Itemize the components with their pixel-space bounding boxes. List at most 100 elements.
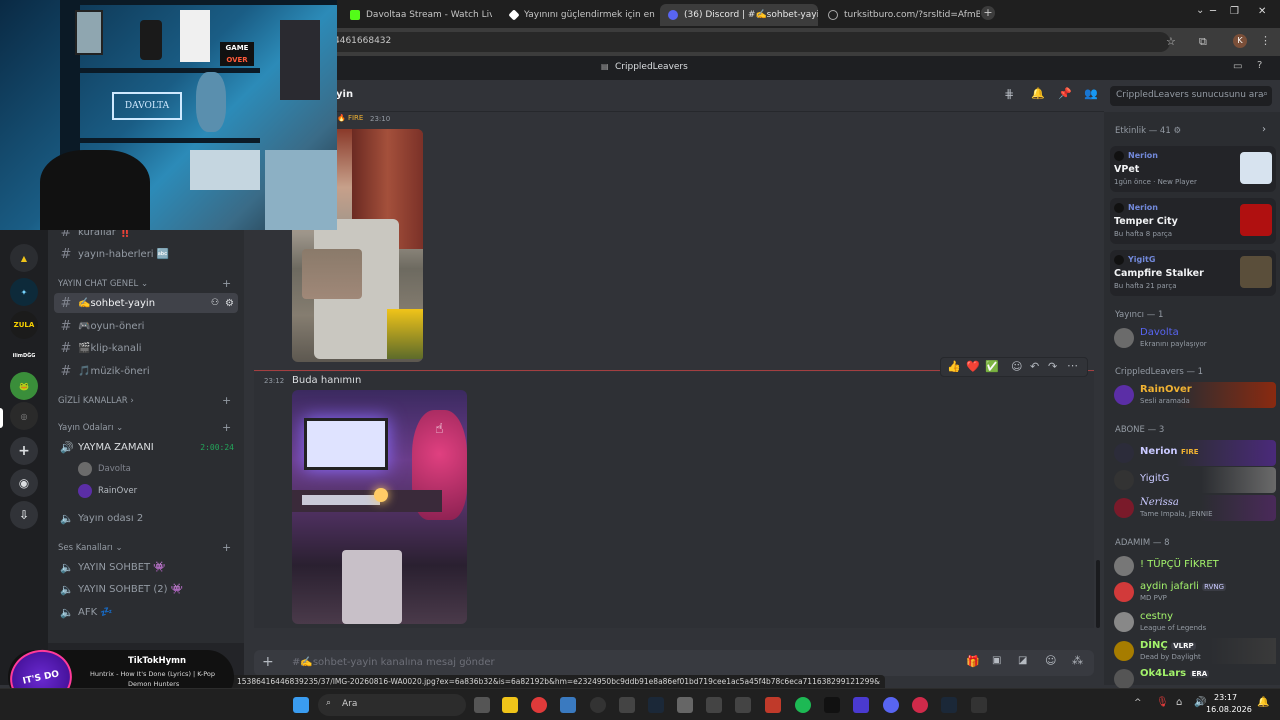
- chevron-right-icon[interactable]: ›: [1262, 124, 1266, 135]
- reply-icon[interactable]: ↶: [1030, 360, 1039, 373]
- steam-icon[interactable]: [648, 697, 664, 713]
- tray-chevron-icon[interactable]: ^: [1134, 698, 1142, 708]
- app-icon[interactable]: [912, 697, 928, 713]
- server-icon-ilim[interactable]: ilimDĞG: [10, 342, 38, 370]
- extensions-icon[interactable]: ⧉: [1199, 35, 1207, 49]
- category-gizli-kanallar[interactable]: GİZLİ KANALLAR ›: [58, 396, 134, 406]
- member-tupcu-fikret[interactable]: ! TÜPÇÜ FİKRET: [1110, 553, 1276, 579]
- steam-icon[interactable]: [941, 697, 957, 713]
- calculator-icon[interactable]: [677, 697, 693, 713]
- add-channel-icon[interactable]: +: [222, 541, 231, 554]
- member-cestny[interactable]: cestny League of Legends: [1110, 609, 1276, 635]
- search-input[interactable]: CrippledLeavers sunucusunu ara ⌕: [1110, 86, 1272, 106]
- app-icon[interactable]: [853, 697, 869, 713]
- reaction-thumbs-up[interactable]: 👍: [947, 360, 961, 373]
- voice-channel-yayma-zamani[interactable]: 🔊 YAYMA ZAMANI 2:00:24: [54, 437, 238, 457]
- category-ses-kanallari[interactable]: Ses Kanalları ⌄: [58, 543, 123, 553]
- discover-button[interactable]: ◉: [10, 469, 38, 497]
- more-icon[interactable]: ⋯: [1067, 359, 1078, 372]
- add-channel-icon[interactable]: +: [222, 394, 231, 407]
- attach-plus-icon[interactable]: +: [262, 654, 274, 670]
- voice-channel-yayin-odasi-2[interactable]: 🔈 Yayın odası 2: [54, 508, 238, 528]
- apps-icon[interactable]: ⁂: [1072, 654, 1083, 667]
- minimize-button[interactable]: ─: [1210, 6, 1216, 17]
- voice-user-davolta[interactable]: Davolta: [98, 464, 131, 474]
- taskbar-search[interactable]: Ara ⌕: [318, 694, 466, 716]
- new-tab-button[interactable]: +: [981, 6, 995, 20]
- member-davolta[interactable]: Davolta Ekranını paylaşıyor: [1110, 325, 1276, 351]
- sticker-icon[interactable]: ◪: [1018, 655, 1027, 666]
- gear-icon[interactable]: ⚙: [225, 298, 234, 309]
- server-icon-crippled[interactable]: ◎: [10, 402, 38, 430]
- server-icon-triangle[interactable]: ▲: [10, 244, 38, 272]
- menu-dots-icon[interactable]: ⋮: [1260, 34, 1271, 47]
- bell-icon[interactable]: 🔔: [1031, 87, 1045, 100]
- channel-yayin-haberleri[interactable]: # yayın-haberleri 🔤: [54, 244, 238, 264]
- inbox-icon[interactable]: ▭: [1233, 61, 1242, 72]
- help-icon[interactable]: ?: [1257, 60, 1262, 71]
- message-composer[interactable]: + #✍️sohbet-yayin kanalına mesaj gönder …: [254, 650, 1094, 676]
- maximize-button[interactable]: ❐: [1230, 6, 1239, 17]
- emoji-icon[interactable]: ☺: [1045, 654, 1056, 667]
- channel-muzik-oneri[interactable]: # 🎵müzik-öneri: [54, 361, 238, 381]
- tab-davoltaa-stream[interactable]: Davoltaa Stream - Watch Live c ✕: [342, 4, 492, 26]
- gif-icon[interactable]: ▣: [992, 655, 1001, 666]
- windows-start-icon[interactable]: [293, 697, 309, 713]
- app-icon[interactable]: [765, 697, 781, 713]
- channel-sohbet-yayin[interactable]: # ✍️sohbet-yayin ⚇ ⚙: [54, 293, 238, 313]
- category-yayin-odalari[interactable]: Yayın Odaları ⌄: [58, 423, 123, 433]
- volume-icon[interactable]: 🔊: [1194, 697, 1206, 708]
- voice-channel-yayin-sohbet[interactable]: 🔈 YAYIN SOHBET 👾: [54, 557, 238, 577]
- bookmark-star-icon[interactable]: ☆: [1166, 35, 1176, 48]
- voice-user-rainover[interactable]: RainOver: [98, 486, 137, 496]
- file-explorer-icon[interactable]: [502, 697, 518, 713]
- threads-icon[interactable]: ⋕: [1004, 87, 1014, 101]
- chrome-icon[interactable]: [531, 697, 547, 713]
- pin-icon[interactable]: 📌: [1058, 87, 1072, 100]
- server-icon-zula[interactable]: ZULA: [10, 311, 38, 339]
- member-dinc[interactable]: DİNÇ VLRP Dead by Daylight: [1110, 638, 1276, 664]
- add-server-button[interactable]: +: [10, 437, 38, 465]
- url-field[interactable]: 4461668432: [320, 32, 1170, 52]
- clock-date[interactable]: 16.08.2026: [1206, 705, 1252, 714]
- invite-icon[interactable]: ⚇: [211, 298, 219, 308]
- gift-icon[interactable]: 🎁: [966, 655, 980, 668]
- tab-yayin-guclendirmek[interactable]: Yayınını güçlendirmek için en iy ✕: [502, 4, 656, 26]
- add-channel-icon[interactable]: +: [222, 421, 231, 434]
- tab-search-icon[interactable]: ⌄: [1196, 5, 1204, 16]
- tab-turksitburo[interactable]: turksitburo.com/?srsltid=AfmB ✕: [820, 4, 980, 26]
- notifications-icon[interactable]: 🔔: [1257, 697, 1269, 708]
- mic-icon[interactable]: 🎙: [1156, 697, 1169, 708]
- category-yayin-chat-genel[interactable]: YAYIN CHAT GENEL ⌄: [58, 279, 148, 289]
- task-view-icon[interactable]: [474, 697, 490, 713]
- download-button[interactable]: ⇩: [10, 501, 38, 529]
- outlook-icon[interactable]: [560, 697, 576, 713]
- member-nerion[interactable]: Nerion FIRE: [1110, 440, 1276, 466]
- activity-card-temper-city[interactable]: Nerion Temper City Bu hafta 8 parça: [1110, 198, 1276, 244]
- member-yigitg[interactable]: YigitG: [1110, 467, 1276, 493]
- obs-icon[interactable]: [619, 697, 635, 713]
- member-rainover[interactable]: RainOver Sesli aramada: [1110, 382, 1276, 408]
- member-nerissa[interactable]: Nerissa Tame Impala, JENNIE: [1110, 495, 1276, 521]
- app-icon[interactable]: [971, 697, 987, 713]
- voice-channel-afk[interactable]: 🔈 AFK 💤: [54, 602, 238, 622]
- reaction-heart[interactable]: ❤️: [966, 360, 980, 373]
- app-icon[interactable]: [735, 697, 751, 713]
- reaction-check[interactable]: ✅: [985, 360, 999, 373]
- tab-discord[interactable]: (36) Discord | #✍️sohbet-yayin ✕: [660, 4, 818, 26]
- forward-icon[interactable]: ↷: [1048, 360, 1057, 373]
- discord-icon[interactable]: [883, 697, 899, 713]
- close-window-button[interactable]: ✕: [1258, 6, 1266, 17]
- add-reaction-icon[interactable]: ☺: [1011, 360, 1022, 373]
- voice-channel-yayin-sohbet-2[interactable]: 🔈 YAYIN SOHBET (2) 👾: [54, 579, 238, 599]
- members-icon[interactable]: 👥: [1084, 87, 1098, 100]
- member-aydin-jafarli[interactable]: aydin jafarli RVNG MD PVP: [1110, 579, 1276, 605]
- app-icon[interactable]: [590, 697, 606, 713]
- server-icon-pepe[interactable]: 🐸: [10, 372, 38, 400]
- activity-card-vpet[interactable]: Nerion VPet 1gün önce · New Player: [1110, 146, 1276, 192]
- spotify-icon[interactable]: [795, 697, 811, 713]
- app-icon[interactable]: [706, 697, 722, 713]
- server-icon-star[interactable]: ✦: [10, 278, 38, 306]
- profile-avatar[interactable]: K: [1233, 34, 1247, 48]
- add-channel-icon[interactable]: +: [222, 277, 231, 290]
